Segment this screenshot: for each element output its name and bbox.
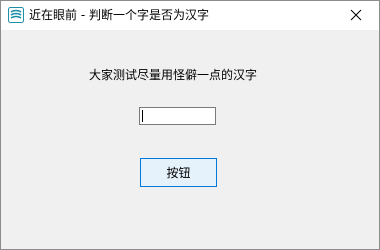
prompt-label: 大家测试尽量用怪僻一点的汉字 — [89, 68, 258, 82]
text-caret — [142, 110, 143, 122]
title-bar[interactable]: 近在眼前 - 判断一个字是否为汉字 — [1, 1, 379, 30]
client-area: 大家测试尽量用怪僻一点的汉字 按钮 — [1, 30, 379, 249]
app-window: 近在眼前 - 判断一个字是否为汉字 大家测试尽量用怪僻一点的汉字 按钮 — [0, 0, 380, 250]
close-icon — [350, 6, 362, 25]
char-input[interactable] — [139, 107, 216, 125]
app-logo-icon — [8, 7, 24, 23]
window-title: 近在眼前 - 判断一个字是否为汉字 — [29, 8, 209, 22]
close-button[interactable] — [333, 1, 379, 30]
submit-button[interactable]: 按钮 — [140, 158, 217, 187]
